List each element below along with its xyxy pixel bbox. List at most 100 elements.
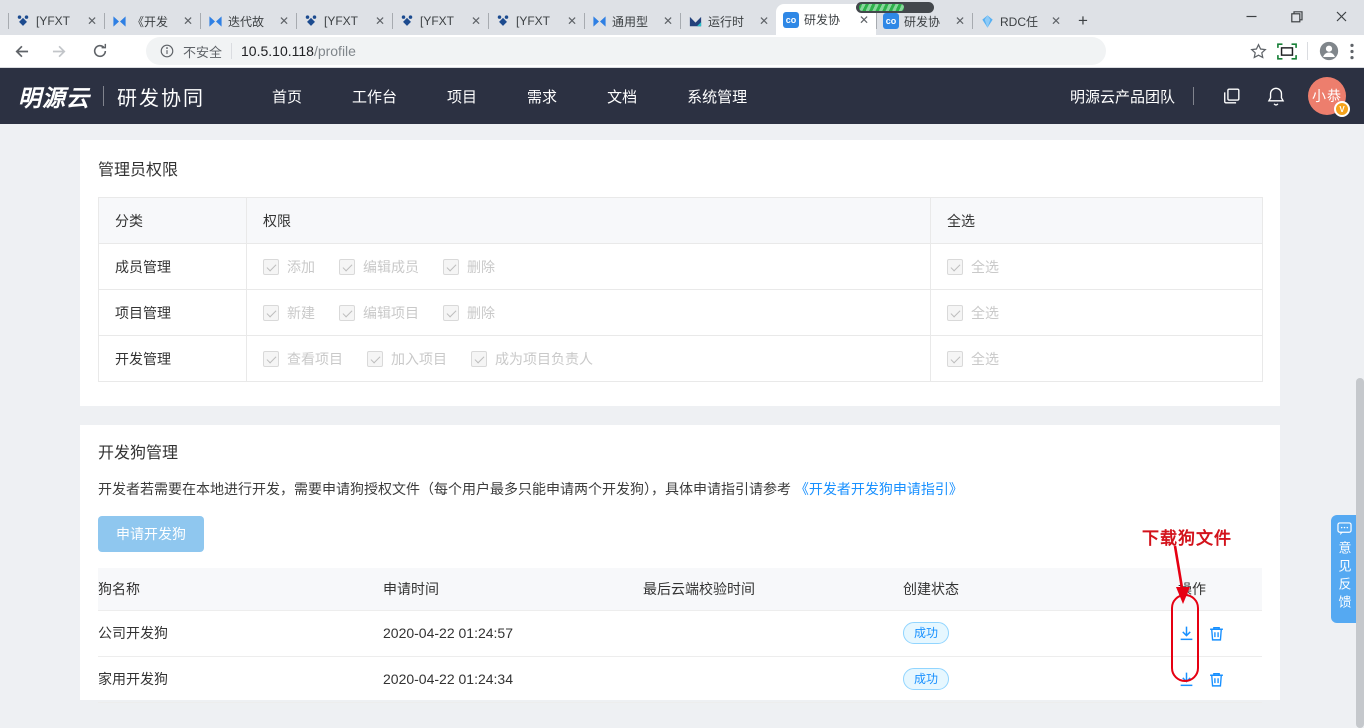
permissions-table: 分类 权限 全选 成员管理 添加 编辑成员 删除 全选 [98, 197, 1263, 382]
reload-icon[interactable] [80, 35, 120, 68]
co-icon: co [783, 12, 799, 28]
checkbox-checked-disabled [339, 259, 355, 275]
close-icon[interactable]: ✕ [567, 15, 577, 27]
apply-time: 2020-04-22 01:24:34 [383, 656, 643, 702]
menu-item-requirement[interactable]: 需求 [502, 68, 582, 124]
devdog-table: 狗名称 申请时间 最后云端校验时间 创建状态 操作 公司开发狗 2020-04-… [98, 568, 1262, 703]
app-logo[interactable]: 明源云 [18, 79, 90, 113]
browser-tab-2[interactable]: 《开发 ✕ [104, 7, 200, 35]
checkbox-checked-disabled [263, 351, 279, 367]
status-badge: 成功 [903, 668, 949, 690]
m-icon [687, 13, 703, 29]
rdc-icon [979, 13, 995, 29]
close-icon[interactable]: ✕ [859, 14, 869, 26]
team-name[interactable]: 明源云产品团队 [1070, 86, 1175, 107]
scrollbar-thumb[interactable] [1356, 378, 1364, 728]
table-header-row: 分类 权限 全选 [99, 198, 1263, 244]
menu-item-document[interactable]: 文档 [582, 68, 662, 124]
close-icon[interactable]: ✕ [87, 15, 97, 27]
devdog-card: 开发狗管理 开发者若需要在本地进行开发，需要申请狗授权文件（每个用户最多只能申请… [80, 425, 1280, 700]
close-icon[interactable]: ✕ [1051, 15, 1061, 27]
info-icon[interactable] [160, 44, 174, 58]
checkbox-checked-disabled [339, 305, 355, 321]
menu-item-project[interactable]: 项目 [422, 68, 502, 124]
browser-tab-5[interactable]: [YFXT ✕ [392, 7, 488, 35]
url-text[interactable]: 10.5.10.118/profile [241, 43, 356, 59]
table-row: 成员管理 添加 编辑成员 删除 全选 [99, 244, 1263, 290]
dog-name: 公司开发狗 [98, 610, 383, 656]
col-apply-time: 申请时间 [383, 568, 643, 610]
browser-menu-icon[interactable] [1350, 43, 1354, 60]
menu-item-home[interactable]: 首页 [247, 68, 327, 124]
feedback-widget[interactable]: 意见反馈 [1331, 515, 1357, 623]
browser-tab-8[interactable]: 运行时 ✕ [680, 7, 776, 35]
close-icon[interactable]: ✕ [375, 15, 385, 27]
back-icon[interactable] [0, 35, 40, 68]
divider [1307, 42, 1308, 60]
apply-devdog-button[interactable]: 申请开发狗 [98, 516, 204, 552]
confluence-icon [591, 13, 607, 29]
table-row: 家用开发狗 2020-04-22 01:24:34 成功 [98, 656, 1262, 702]
workspace-switch-icon[interactable] [1222, 86, 1242, 106]
last-verify-time [643, 656, 903, 702]
avatar-level-badge: V [1334, 101, 1350, 117]
table-row: 公司开发狗 2020-04-22 01:24:57 成功 [98, 610, 1262, 656]
confluence-icon [207, 13, 223, 29]
main-menu: 首页 工作台 项目 需求 文档 系统管理 [247, 68, 772, 124]
apply-time: 2020-04-22 01:24:57 [383, 610, 643, 656]
status-badge: 成功 [903, 622, 949, 644]
jira-icon [303, 13, 319, 29]
checkbox-checked-disabled [443, 305, 459, 321]
delete-icon[interactable] [1208, 671, 1225, 688]
close-window-button[interactable] [1319, 0, 1364, 33]
col-permission: 权限 [247, 198, 931, 244]
close-icon[interactable]: ✕ [759, 15, 769, 27]
toolbar-right [1250, 40, 1364, 62]
close-icon[interactable]: ✕ [279, 15, 289, 27]
browser-tab-7[interactable]: 通用型 ✕ [584, 7, 680, 35]
browser-tab-3[interactable]: 迭代故 ✕ [200, 7, 296, 35]
category-label: 开发管理 [99, 336, 247, 382]
table-row: 项目管理 新建 编辑项目 删除 全选 [99, 290, 1263, 336]
screen-capture-icon[interactable] [1277, 43, 1297, 60]
col-create-status: 创建状态 [903, 568, 1178, 610]
profile-page: 管理员权限 分类 权限 全选 成员管理 添加 编辑成员 [0, 124, 1364, 728]
browser-window: [YFXT ✕ 《开发 ✕ 迭代故 ✕ [YFXT ✕ [YFXT ✕ [YFX… [0, 0, 1364, 728]
forward-icon[interactable] [40, 35, 80, 68]
browser-tab-11[interactable]: RDC任 ✕ [972, 7, 1068, 35]
table-header-row: 狗名称 申请时间 最后云端校验时间 创建状态 操作 [98, 568, 1262, 610]
close-icon[interactable]: ✕ [955, 15, 965, 27]
checkbox-checked-disabled [471, 351, 487, 367]
close-icon[interactable]: ✕ [471, 15, 481, 27]
delete-icon[interactable] [1208, 625, 1225, 642]
new-tab-button[interactable]: + [1068, 7, 1098, 35]
annotation-highlight-box [1171, 594, 1199, 682]
menu-item-system-admin[interactable]: 系统管理 [662, 68, 772, 124]
browser-tab-strip: [YFXT ✕ 《开发 ✕ 迭代故 ✕ [YFXT ✕ [YFXT ✕ [YFX… [0, 0, 1364, 35]
browser-tab-1[interactable]: [YFXT ✕ [8, 7, 104, 35]
feedback-label: 意见反馈 [1335, 541, 1354, 613]
user-avatar[interactable]: 小恭 V [1308, 77, 1346, 115]
checkbox-checked-disabled [947, 305, 963, 321]
notification-bell-icon[interactable] [1266, 86, 1286, 107]
browser-tab-4[interactable]: [YFXT ✕ [296, 7, 392, 35]
confluence-icon [111, 13, 127, 29]
checkbox-checked-disabled [367, 351, 383, 367]
co-icon: co [883, 13, 899, 29]
restore-button[interactable] [1274, 0, 1319, 33]
address-bar[interactable]: 不安全 10.5.10.118/profile [146, 37, 1106, 65]
menu-item-workbench[interactable]: 工作台 [327, 68, 422, 124]
tab-loading-indicator [856, 2, 934, 13]
close-icon[interactable]: ✕ [183, 15, 193, 27]
devdog-description: 开发者若需要在本地进行开发，需要申请狗授权文件（每个用户最多只能申请两个开发狗）… [98, 479, 1262, 499]
security-label[interactable]: 不安全 [183, 42, 222, 61]
browser-tab-6[interactable]: [YFXT ✕ [488, 7, 584, 35]
minimize-button[interactable] [1229, 0, 1274, 33]
devdog-guide-link[interactable]: 《开发者开发狗申请指引》 [795, 481, 963, 497]
bookmark-star-icon[interactable] [1250, 43, 1267, 60]
checkbox-checked-disabled [263, 259, 279, 275]
browser-profile-avatar[interactable] [1318, 40, 1340, 62]
close-icon[interactable]: ✕ [663, 15, 673, 27]
divider [103, 86, 104, 106]
category-label: 项目管理 [99, 290, 247, 336]
